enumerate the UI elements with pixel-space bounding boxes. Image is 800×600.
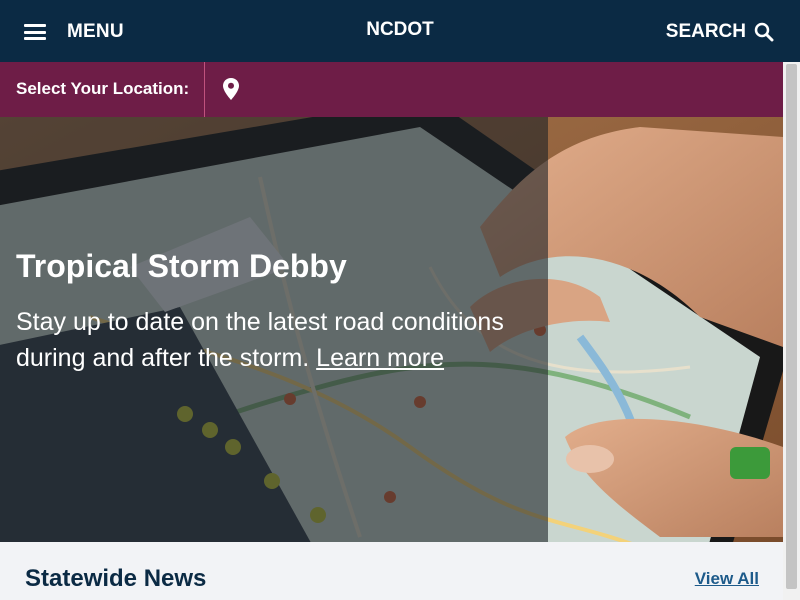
hero-title: Tropical Storm Debby: [16, 248, 347, 284]
hero-text: Stay up to date on the latest road condi…: [16, 304, 541, 376]
map-pin-icon[interactable]: [222, 77, 240, 106]
search-button[interactable]: SEARCH: [666, 18, 774, 46]
menu-button[interactable]: MENU: [24, 18, 124, 46]
search-label: SEARCH: [665, 21, 746, 42]
statewide-news-section: Statewide News View All: [0, 542, 783, 600]
location-divider: [204, 62, 205, 117]
news-section-title: Statewide News: [25, 565, 207, 592]
location-label: Select Your Location:: [16, 79, 190, 98]
site-header: MENU NCDOT SEARCH: [0, 0, 800, 62]
scrollbar[interactable]: [783, 62, 800, 600]
location-bar: Select Your Location:: [0, 62, 783, 117]
search-icon: [754, 22, 774, 42]
menu-label: MENU: [67, 21, 124, 42]
view-all-link[interactable]: View All: [695, 569, 759, 589]
hamburger-icon: [24, 24, 46, 40]
scrollbar-thumb[interactable]: [786, 64, 797, 589]
learn-more-link[interactable]: Learn more: [316, 344, 444, 372]
hero-banner: Tropical Storm Debby Stay up to date on …: [0, 117, 783, 542]
